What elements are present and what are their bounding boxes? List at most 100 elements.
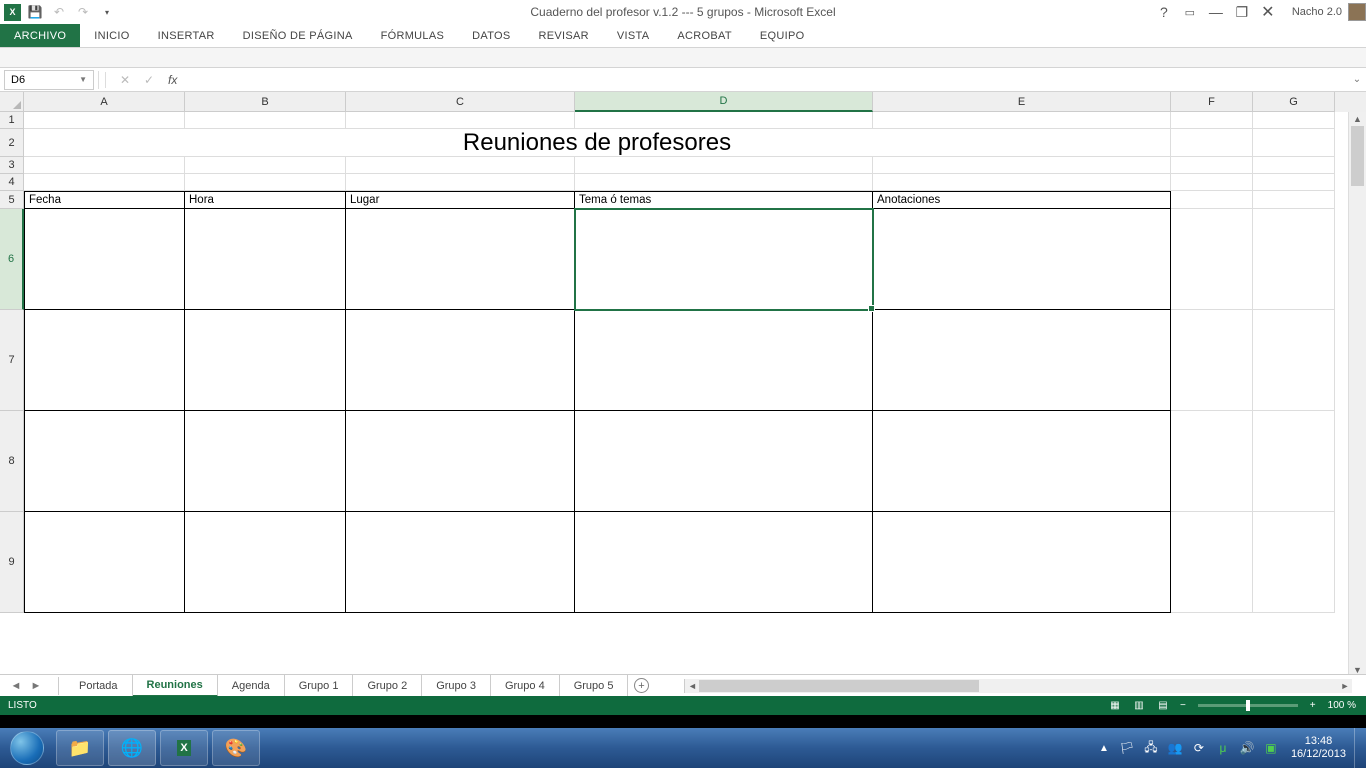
cell-c9[interactable] [346,512,575,613]
view-page-break-icon[interactable]: ▤ [1152,698,1174,714]
cell-a9[interactable] [24,512,185,613]
cell-e8[interactable] [873,411,1171,512]
col-header-f[interactable]: F [1171,92,1253,112]
horizontal-scroll-thumb[interactable] [699,680,979,692]
col-header-g[interactable]: G [1253,92,1335,112]
tab-vista[interactable]: VISTA [603,24,663,47]
tab-formulas[interactable]: FÓRMULAS [367,24,459,47]
cell-c4[interactable] [346,174,575,191]
taskbar-explorer-icon[interactable]: 📁 [56,730,104,766]
cell-b7[interactable] [185,310,346,411]
col-header-b[interactable]: B [185,92,346,112]
zoom-in-icon[interactable]: + [1306,700,1320,711]
col-header-a[interactable]: A [24,92,185,112]
cell-f2[interactable] [1171,129,1253,157]
save-icon[interactable]: 💾 [25,2,45,22]
tab-acrobat[interactable]: ACROBAT [663,24,745,47]
cell-d3[interactable] [575,157,873,174]
cell-f6[interactable] [1171,209,1253,310]
cell-f4[interactable] [1171,174,1253,191]
zoom-slider[interactable] [1198,704,1298,707]
cell-d8[interactable] [575,411,873,512]
cell-g7[interactable] [1253,310,1335,411]
user-name[interactable]: Nacho 2.0 [1292,6,1342,18]
cell-e7[interactable] [873,310,1171,411]
row-header-3[interactable]: 3 [0,157,24,174]
hscroll-right-icon[interactable]: ► [1338,679,1352,693]
vertical-scrollbar[interactable]: ▲ ▼ [1348,112,1366,677]
cell-b3[interactable] [185,157,346,174]
cell-f7[interactable] [1171,310,1253,411]
tray-volume-icon[interactable]: 🔊 [1238,739,1256,757]
tab-inicio[interactable]: INICIO [80,24,143,47]
cell-g3[interactable] [1253,157,1335,174]
tab-equipo[interactable]: EQUIPO [746,24,819,47]
horizontal-scrollbar[interactable]: ◄ ► [684,679,1352,693]
header-fecha[interactable]: Fecha [24,191,185,209]
tab-insertar[interactable]: INSERTAR [144,24,229,47]
cell-a6[interactable] [24,209,185,310]
tray-expand-icon[interactable]: ▲ [1093,743,1115,754]
cell-a1[interactable] [24,112,185,129]
cell-b9[interactable] [185,512,346,613]
header-lugar[interactable]: Lugar [346,191,575,209]
cell-a4[interactable] [24,174,185,191]
sheet-tab-grupo5[interactable]: Grupo 5 [560,675,629,697]
row-header-4[interactable]: 4 [0,174,24,191]
user-avatar[interactable] [1348,3,1366,21]
sheet-nav-prev-icon[interactable]: ◄ [8,678,24,694]
formula-input[interactable] [183,70,1348,90]
help-icon[interactable]: ? [1152,2,1176,22]
cell-g6[interactable] [1253,209,1335,310]
tab-revisar[interactable]: REVISAR [525,24,603,47]
cell-d4[interactable] [575,174,873,191]
tray-network-icon[interactable]: 🖧 [1142,739,1160,757]
row-header-2[interactable]: 2 [0,129,24,157]
cell-g2[interactable] [1253,129,1335,157]
cell-b6[interactable] [185,209,346,310]
cell-e3[interactable] [873,157,1171,174]
tray-clients-icon[interactable]: 👥 [1166,739,1184,757]
view-normal-icon[interactable]: ▦ [1104,698,1126,714]
excel-app-icon[interactable]: X [4,4,21,21]
formula-expand-icon[interactable]: ⌄ [1348,74,1366,85]
cell-f1[interactable] [1171,112,1253,129]
header-anotaciones[interactable]: Anotaciones [873,191,1171,209]
undo-icon[interactable]: ↶ [49,2,69,22]
redo-icon[interactable]: ↷ [73,2,93,22]
header-hora[interactable]: Hora [185,191,346,209]
taskbar-paint-icon[interactable]: 🎨 [212,730,260,766]
cell-c1[interactable] [346,112,575,129]
tray-action-center-icon[interactable]: 🏳 [1118,739,1136,757]
sheet-tab-grupo1[interactable]: Grupo 1 [285,675,354,697]
cell-g4[interactable] [1253,174,1335,191]
sheet-tab-agenda[interactable]: Agenda [218,675,285,697]
col-header-c[interactable]: C [346,92,575,112]
cell-e1[interactable] [873,112,1171,129]
tab-file[interactable]: ARCHIVO [0,24,80,47]
show-desktop-button[interactable] [1354,728,1366,768]
row-header-5[interactable]: 5 [0,191,24,209]
row-header-1[interactable]: 1 [0,112,24,129]
row-header-9[interactable]: 9 [0,512,24,613]
tab-diseno[interactable]: DISEÑO DE PÁGINA [229,24,367,47]
cancel-formula-icon[interactable]: ✕ [114,71,136,89]
close-icon[interactable]: ✕ [1256,2,1280,22]
zoom-level[interactable]: 100 % [1322,700,1362,711]
cell-e9[interactable] [873,512,1171,613]
cell-c7[interactable] [346,310,575,411]
scroll-up-icon[interactable]: ▲ [1349,112,1366,126]
name-box-dropdown-icon[interactable]: ▼ [79,75,87,84]
cell-f3[interactable] [1171,157,1253,174]
cell-d7[interactable] [575,310,873,411]
cell-e6[interactable] [873,209,1171,310]
cell-g5[interactable] [1253,191,1335,209]
start-button[interactable] [0,728,54,768]
cell-b4[interactable] [185,174,346,191]
taskbar-chrome-icon[interactable]: 🌐 [108,730,156,766]
cell-f5[interactable] [1171,191,1253,209]
sheet-nav-next-icon[interactable]: ► [28,678,44,694]
cell-f9[interactable] [1171,512,1253,613]
header-tema[interactable]: Tema ó temas [575,191,873,209]
fx-icon[interactable]: fx [162,73,177,87]
